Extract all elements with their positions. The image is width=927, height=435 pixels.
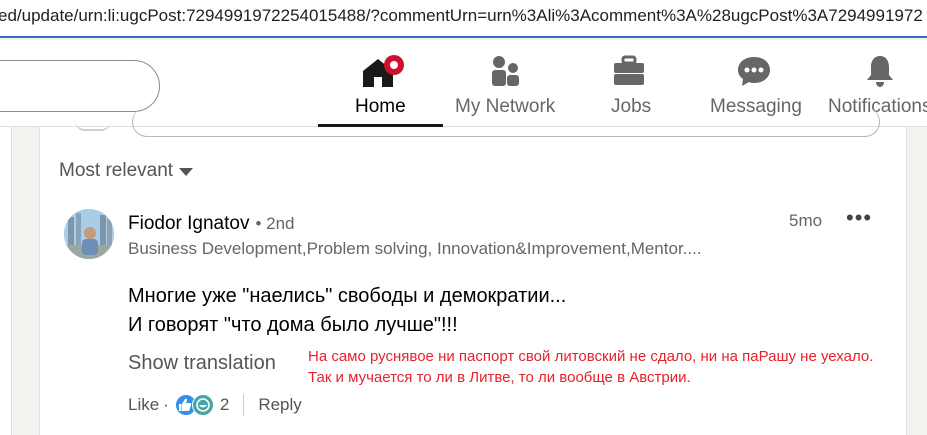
- avatar[interactable]: [64, 209, 114, 259]
- annotation-overlay: На само руснявое ни паспорт свой литовск…: [308, 346, 873, 388]
- divider: [243, 394, 245, 416]
- separator-dot: ·: [163, 395, 169, 414]
- annotation-line: На само руснявое ни паспорт свой литовск…: [308, 348, 874, 365]
- annotation-line: Так и мучается то ли в Литве, то ли вооб…: [308, 369, 691, 386]
- comment-timestamp: 5mo: [789, 211, 823, 230]
- author-headline: Business Development,Problem solving, In…: [128, 239, 702, 258]
- left-rail: [0, 127, 12, 435]
- funny-reaction-icon: [191, 394, 214, 416]
- sort-label: Most relevant: [59, 160, 174, 181]
- sort-dropdown[interactable]: Most relevant: [59, 160, 194, 182]
- viewer-avatar: [75, 121, 111, 131]
- comment-author: Fiodor Ignatov • 2nd: [128, 213, 295, 235]
- comment-line: Многие уже "наелись" свободы и демократи…: [128, 285, 567, 307]
- comments-card: Most relevant Fiodor Ignatov • 2nd Busin…: [39, 107, 907, 435]
- comment-input[interactable]: [132, 107, 880, 137]
- comment-body: Многие уже "наелись" свободы и демократи…: [128, 282, 566, 340]
- like-button[interactable]: Like: [128, 395, 159, 415]
- reaction-count[interactable]: 2: [220, 395, 229, 415]
- search-input[interactable]: [0, 60, 160, 112]
- people-icon: [488, 54, 522, 93]
- comment-actions: Like · 2 Reply: [128, 394, 302, 416]
- reactions-summary[interactable]: [174, 394, 214, 416]
- chat-icon: [736, 54, 772, 93]
- briefcase-icon: [612, 54, 646, 93]
- home-icon: [360, 54, 406, 97]
- comment-line: И говорят "что дома было лучше"!!!: [128, 314, 458, 336]
- bell-icon: [863, 54, 897, 93]
- author-name[interactable]: Fiodor Ignatov: [128, 213, 249, 235]
- more-options-icon[interactable]: •••: [846, 207, 871, 229]
- connection-degree: • 2nd: [255, 214, 295, 233]
- browser-address-bar[interactable]: ed/update/urn:li:ugcPost:729499197225401…: [0, 0, 927, 38]
- reply-button[interactable]: Reply: [258, 395, 301, 415]
- show-translation-button[interactable]: Show translation: [128, 352, 276, 375]
- caret-down-icon: [179, 168, 194, 176]
- url-text[interactable]: ed/update/urn:li:ugcPost:729499197225401…: [0, 6, 923, 26]
